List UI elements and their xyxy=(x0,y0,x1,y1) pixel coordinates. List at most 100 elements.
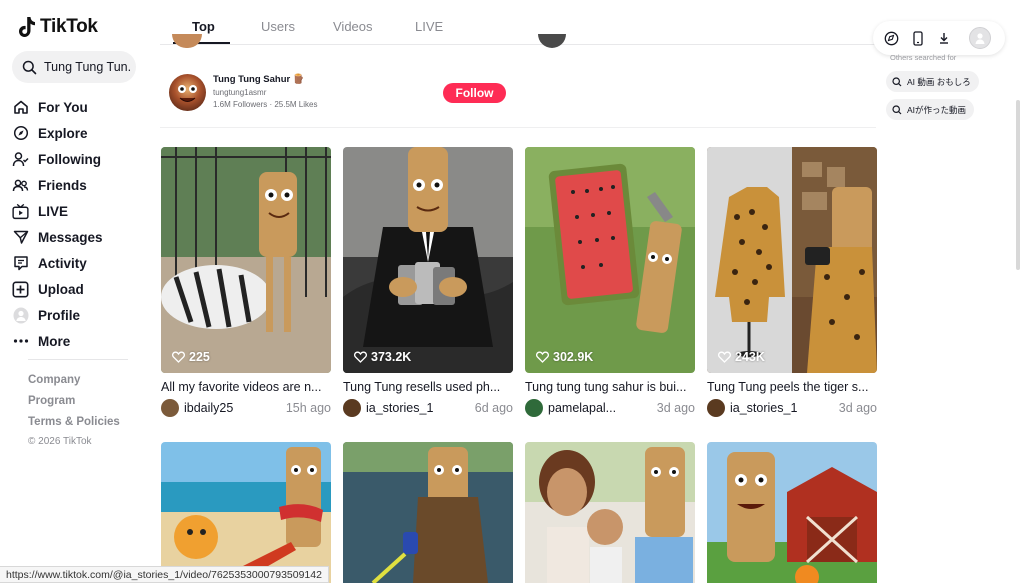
video-card[interactable] xyxy=(525,442,695,583)
video-card[interactable] xyxy=(161,442,331,583)
video-caption[interactable]: Tung Tung peels the tiger s... xyxy=(707,380,877,394)
phone-icon[interactable] xyxy=(909,30,926,47)
author-name[interactable]: pamelapal... xyxy=(548,401,633,415)
scrollbar[interactable] xyxy=(1016,100,1020,270)
sidebar-item-explore[interactable]: Explore xyxy=(12,120,140,146)
user-stats: 1.6M Followers · 25.5M Likes xyxy=(213,100,318,109)
tab-users[interactable]: Users xyxy=(261,19,295,34)
sidebar-item-friends[interactable]: Friends xyxy=(12,172,140,198)
chip-label: AIが作った動画 xyxy=(907,104,967,115)
user-handle: tungtung1asmr xyxy=(213,88,267,97)
follow-button[interactable]: Follow xyxy=(443,83,506,103)
sidebar-item-label: Explore xyxy=(38,125,88,141)
search-tabs: Top Users Videos LIVE xyxy=(160,0,876,45)
logo-text: TikTok xyxy=(40,16,98,37)
sidebar: TikTok For You Explore Following xyxy=(0,0,150,583)
footer-company-link[interactable]: Company xyxy=(28,372,120,393)
video-meta: ibdaily25 15h ago xyxy=(161,399,331,417)
video-card[interactable]: 225 All my favorite videos are n... ibda… xyxy=(161,147,331,417)
others-searched-label: Others searched for xyxy=(890,53,957,62)
user-avatar-icon[interactable] xyxy=(969,27,991,49)
sidebar-item-for-you[interactable]: For You xyxy=(12,94,140,120)
like-count: 225 xyxy=(172,350,210,364)
sidebar-footer: Company Program Terms & Policies © 2026 … xyxy=(28,372,120,447)
sidebar-item-label: Activity xyxy=(38,255,87,271)
sidebar-item-upload[interactable]: Upload xyxy=(12,276,140,302)
download-icon[interactable] xyxy=(935,30,952,47)
coin-icon[interactable] xyxy=(883,30,900,47)
avatar[interactable] xyxy=(343,399,361,417)
avatar[interactable] xyxy=(707,399,725,417)
messages-icon xyxy=(12,229,29,246)
video-thumbnail[interactable]: 243K xyxy=(707,147,877,373)
video-thumbnail[interactable] xyxy=(707,442,877,583)
video-thumbnail[interactable] xyxy=(525,442,695,583)
related-search-chip[interactable]: AIが作った動画 xyxy=(886,99,975,120)
sidebar-item-activity[interactable]: Activity xyxy=(12,250,140,276)
sidebar-item-messages[interactable]: Messages xyxy=(12,224,140,250)
profile-icon xyxy=(12,307,29,324)
sidebar-item-label: Upload xyxy=(38,281,84,297)
video-thumbnail[interactable]: 225 xyxy=(161,147,331,373)
home-icon xyxy=(12,99,29,116)
sidebar-item-following[interactable]: Following xyxy=(12,146,140,172)
video-caption[interactable]: Tung Tung resells used ph... xyxy=(343,380,513,394)
video-caption[interactable]: Tung tung tung sahur is bui... xyxy=(525,380,695,394)
sidebar-item-label: Friends xyxy=(38,177,87,193)
sidebar-item-label: For You xyxy=(38,99,88,115)
video-thumbnail[interactable] xyxy=(161,442,331,583)
more-icon xyxy=(12,333,29,350)
search-icon xyxy=(892,76,902,86)
like-count-value: 243K xyxy=(735,350,765,364)
sidebar-item-label: Profile xyxy=(38,307,81,323)
tiktok-logo[interactable]: TikTok xyxy=(18,16,98,38)
footer-terms-link[interactable]: Terms & Policies xyxy=(28,414,120,435)
like-count-value: 225 xyxy=(189,350,210,364)
related-search-chip[interactable]: AI 動画 おもしろ xyxy=(886,71,979,92)
like-count: 373.2K xyxy=(354,350,411,364)
post-time: 6d ago xyxy=(474,401,513,415)
video-card[interactable] xyxy=(707,442,877,583)
sidebar-item-profile[interactable]: Profile xyxy=(12,302,140,328)
avatar[interactable] xyxy=(169,74,206,111)
author-name[interactable]: ia_stories_1 xyxy=(730,401,815,415)
heart-icon xyxy=(718,351,731,363)
video-thumbnail[interactable]: 302.9K xyxy=(525,147,695,373)
avatar[interactable] xyxy=(525,399,543,417)
sidebar-item-live[interactable]: LIVE xyxy=(12,198,140,224)
video-card[interactable]: 373.2K Tung Tung resells used ph... ia_s… xyxy=(343,147,513,417)
video-card[interactable]: 243K Tung Tung peels the tiger s... ia_s… xyxy=(707,147,877,417)
avatar[interactable] xyxy=(538,34,566,48)
status-bar-url: https://www.tiktok.com/@ia_stories_1/vid… xyxy=(0,566,329,583)
sidebar-nav: For You Explore Following Friends LIVE M… xyxy=(12,94,140,354)
like-count-value: 373.2K xyxy=(371,350,412,364)
heart-icon xyxy=(536,351,549,363)
search-bar[interactable] xyxy=(12,51,136,83)
tab-videos[interactable]: Videos xyxy=(333,19,373,34)
video-thumbnail[interactable] xyxy=(343,442,513,583)
activity-icon xyxy=(12,255,29,272)
tab-live[interactable]: LIVE xyxy=(415,19,443,34)
video-card[interactable]: 302.9K Tung tung tung sahur is bui... pa… xyxy=(525,147,695,417)
post-time: 3d ago xyxy=(838,401,877,415)
friends-icon xyxy=(12,177,29,194)
video-caption[interactable]: All my favorite videos are n... xyxy=(161,380,331,394)
avatar[interactable] xyxy=(161,399,179,417)
search-input[interactable] xyxy=(44,60,130,74)
video-thumbnail[interactable]: 373.2K xyxy=(343,147,513,373)
like-count: 302.9K xyxy=(536,350,593,364)
video-card[interactable] xyxy=(343,442,513,583)
author-name[interactable]: ibdaily25 xyxy=(184,401,269,415)
user-result-row[interactable] xyxy=(160,60,876,128)
author-name[interactable]: ia_stories_1 xyxy=(366,401,451,415)
video-meta: ia_stories_1 6d ago xyxy=(343,399,513,417)
video-meta: pamelapal... 3d ago xyxy=(525,399,695,417)
footer-program-link[interactable]: Program xyxy=(28,393,120,414)
avatar[interactable] xyxy=(172,34,202,48)
search-icon xyxy=(892,104,902,114)
user-name[interactable]: Tung Tung Sahur 🪵 xyxy=(213,74,305,85)
tab-top[interactable]: Top xyxy=(192,19,215,34)
sidebar-item-label: More xyxy=(38,333,71,349)
compass-icon xyxy=(12,125,29,142)
sidebar-item-more[interactable]: More xyxy=(12,328,140,354)
